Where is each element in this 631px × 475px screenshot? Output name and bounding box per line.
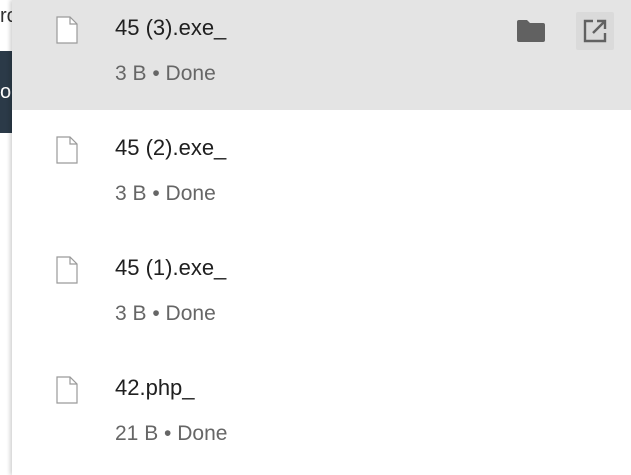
download-item[interactable]: 42.php_ 21 B • Done <box>12 360 631 470</box>
downloads-panel: 45 (3).exe_ 3 B • Done 45 (2).exe_ 3 B •… <box>12 0 631 475</box>
show-in-folder-button[interactable] <box>512 12 550 50</box>
download-item[interactable]: 45 (1).exe_ 3 B • Done <box>12 240 631 350</box>
file-icon <box>56 256 78 284</box>
download-file-name[interactable]: 45 (3).exe_ <box>115 14 226 42</box>
file-icon <box>56 376 78 404</box>
download-item[interactable]: 45 (2).exe_ 3 B • Done <box>12 120 631 230</box>
download-file-name[interactable]: 42.php_ <box>115 374 195 402</box>
background-dark-text: ol <box>0 81 12 103</box>
file-icon <box>56 136 78 164</box>
download-item[interactable]: 45 (3).exe_ 3 B • Done <box>12 0 631 110</box>
download-status: 3 B • Done <box>115 62 216 85</box>
download-status: 3 B • Done <box>115 182 216 205</box>
file-icon <box>56 16 78 44</box>
background-page: ro ol <box>0 0 12 475</box>
download-file-name[interactable]: 45 (1).exe_ <box>115 254 226 282</box>
folder-icon <box>517 20 545 42</box>
download-status: 3 B • Done <box>115 302 216 325</box>
download-status: 21 B • Done <box>115 422 228 445</box>
background-text: ro <box>0 5 12 27</box>
open-file-button[interactable] <box>576 12 614 50</box>
open-external-icon <box>583 19 607 43</box>
page: ro ol 45 (3).exe_ 3 B • Done <box>0 0 631 475</box>
download-file-name[interactable]: 45 (2).exe_ <box>115 134 226 162</box>
